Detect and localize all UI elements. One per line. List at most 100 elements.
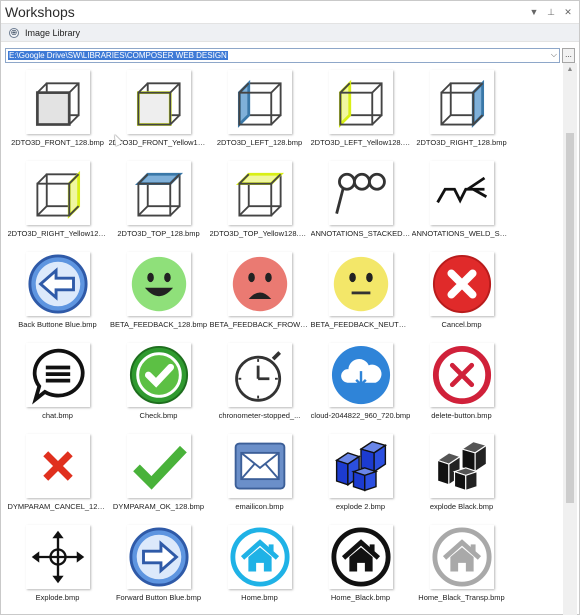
check-circle-icon[interactable] [126, 343, 191, 407]
scroll-up-icon[interactable]: ▲ [563, 63, 577, 77]
workshops-panel: Workshops ▼ ⊥ ✕ ⊕ Image Library E:\Googl… [0, 0, 580, 615]
browse-button[interactable]: ... [562, 47, 575, 63]
library-item[interactable]: delete-button.bmp [411, 336, 512, 427]
library-item-label: 2DTO3D_RIGHT_128.bmp [416, 138, 507, 147]
library-item[interactable]: 2DTO3D_LEFT_128.bmp [209, 63, 310, 154]
library-item-label: BETA_FEEDBACK_NEUTRAL128.bmp [310, 320, 411, 329]
library-item[interactable]: 2DTO3D_TOP_Yellow128.bmp [209, 154, 310, 245]
happy-face-icon[interactable] [126, 252, 191, 316]
library-item-label: ANNOTATIONS_WELD_SYMBOL.bmp [411, 229, 512, 238]
library-item[interactable]: 2DTO3D_LEFT_Yellow128.bmp [310, 63, 411, 154]
email-icon[interactable] [227, 434, 292, 498]
library-item[interactable]: Cancel.bmp [411, 245, 512, 336]
vertical-scrollbar[interactable]: ▲ [563, 63, 577, 615]
explode-blue-icon[interactable] [328, 434, 393, 498]
library-item-label: Home_Black.bmp [330, 593, 391, 602]
library-item[interactable]: Check.bmp [108, 336, 209, 427]
pin-icon[interactable]: ⊥ [544, 5, 558, 19]
path-row: E:\Google Drive\SW\LIBRARIES\COMPOSER WE… [1, 45, 579, 65]
library-item-label: cloud-2044822_960_720.bmp [310, 411, 411, 420]
chat-icon[interactable] [25, 343, 90, 407]
cube-top-blue-icon[interactable] [126, 161, 191, 225]
close-icon[interactable]: ✕ [561, 5, 575, 19]
stacked-balloon-icon[interactable] [328, 161, 393, 225]
home-black-icon[interactable] [328, 525, 393, 589]
library-item[interactable]: Explode.bmp [7, 518, 108, 609]
image-library-header[interactable]: ⊕ Image Library [1, 23, 579, 42]
cube-right-yellow-icon[interactable] [25, 161, 90, 225]
image-grid-area: 2DTO3D_FRONT_128.bmp 2DTO3D_FRONT_Yellow1… [2, 63, 562, 615]
library-item[interactable]: DYMPARAM_OK_128.bmp [108, 427, 209, 518]
expand-icon[interactable]: ⊕ [9, 27, 19, 38]
library-item-label: explode 2.bmp [335, 502, 386, 511]
library-item[interactable]: DYMPARAM_CANCEL_128.bmp [7, 427, 108, 518]
library-item[interactable]: Back Buttone Blue.bmp [7, 245, 108, 336]
library-item-label: 2DTO3D_TOP_128.bmp [117, 229, 200, 238]
library-item[interactable]: Forward Button Blue.bmp [108, 518, 209, 609]
library-item[interactable]: 2DTO3D_FRONT_Yellow128.bmp [108, 63, 209, 154]
green-check-icon[interactable] [126, 434, 191, 498]
image-library-label: Image Library [25, 27, 81, 38]
library-item-label: 2DTO3D_FRONT_128.bmp [11, 138, 104, 147]
neutral-face-icon[interactable] [328, 252, 393, 316]
delete-circle-icon[interactable] [429, 343, 494, 407]
library-item-label: BETA_FEEDBACK_FROWN128.bmp [209, 320, 310, 329]
dropdown-icon[interactable]: ▼ [527, 5, 541, 19]
scrollbar-thumb[interactable] [566, 133, 574, 503]
library-item-label: Home.bmp [241, 593, 278, 602]
library-item[interactable]: Home_Black.bmp [310, 518, 411, 609]
library-item-label: Home_Black_Transp.bmp [418, 593, 505, 602]
library-item-label: 2DTO3D_LEFT_Yellow128.bmp [310, 138, 411, 147]
library-item[interactable]: 2DTO3D_RIGHT_128.bmp [411, 63, 512, 154]
library-item-label: ANNOTATIONS_STACKED_BALLOON.bmp [310, 229, 411, 238]
cloud-download-icon[interactable] [328, 343, 393, 407]
cube-left-yellow-icon[interactable] [328, 70, 393, 134]
library-item-label: Explode.bmp [35, 593, 80, 602]
library-item[interactable]: emailicon.bmp [209, 427, 310, 518]
sad-face-icon[interactable] [227, 252, 292, 316]
stopwatch-icon[interactable] [227, 343, 292, 407]
cube-left-blue-icon[interactable] [227, 70, 292, 134]
library-item[interactable]: cloud-2044822_960_720.bmp [310, 336, 411, 427]
library-item-label: 2DTO3D_FRONT_Yellow128.bmp [108, 138, 209, 147]
library-item[interactable]: BETA_FEEDBACK_128.bmp [108, 245, 209, 336]
library-item-label: BETA_FEEDBACK_128.bmp [110, 320, 207, 329]
move-arrows-icon[interactable] [25, 525, 90, 589]
cancel-icon[interactable] [429, 252, 494, 316]
library-item[interactable]: Home_Black_Transp.bmp [411, 518, 512, 609]
path-text[interactable]: E:\Google Drive\SW\LIBRARIES\COMPOSER WE… [8, 50, 228, 60]
library-item-label: DYMPARAM_OK_128.bmp [112, 502, 205, 511]
back-arrow-icon[interactable] [25, 252, 90, 316]
cube-right-blue-icon[interactable] [429, 70, 494, 134]
weld-symbol-icon[interactable] [429, 161, 494, 225]
library-item-label: Cancel.bmp [441, 320, 482, 329]
explode-black-icon[interactable] [429, 434, 494, 498]
red-x-icon[interactable] [25, 434, 90, 498]
cube-top-yellow-icon[interactable] [227, 161, 292, 225]
library-item-label: emailicon.bmp [235, 502, 284, 511]
library-item-label: DYMPARAM_CANCEL_128.bmp [7, 502, 108, 511]
library-item[interactable]: 2DTO3D_TOP_128.bmp [108, 154, 209, 245]
forward-arrow-icon[interactable] [126, 525, 191, 589]
home-gray-icon[interactable] [429, 525, 494, 589]
library-item[interactable]: chronometer-stopped_... [209, 336, 310, 427]
home-cyan-icon[interactable] [227, 525, 292, 589]
cube-front-gray-icon[interactable] [25, 70, 90, 134]
library-item[interactable]: Home.bmp [209, 518, 310, 609]
image-grid: 2DTO3D_FRONT_128.bmp 2DTO3D_FRONT_Yellow1… [2, 63, 512, 609]
library-item-label: chronometer-stopped_... [218, 411, 301, 420]
library-item[interactable]: chat.bmp [7, 336, 108, 427]
library-item-label: explode Black.bmp [429, 502, 494, 511]
chevron-down-icon[interactable]: ⌵ [551, 50, 557, 60]
library-item[interactable]: 2DTO3D_RIGHT_Yellow128.bmp [7, 154, 108, 245]
library-item[interactable]: ANNOTATIONS_WELD_SYMBOL.bmp [411, 154, 512, 245]
path-combobox[interactable]: E:\Google Drive\SW\LIBRARIES\COMPOSER WE… [5, 47, 560, 63]
library-item-label: delete-button.bmp [431, 411, 492, 420]
library-item[interactable]: 2DTO3D_FRONT_128.bmp [7, 63, 108, 154]
library-item[interactable]: explode 2.bmp [310, 427, 411, 518]
library-item[interactable]: explode Black.bmp [411, 427, 512, 518]
library-item[interactable]: BETA_FEEDBACK_FROWN128.bmp [209, 245, 310, 336]
library-item[interactable]: BETA_FEEDBACK_NEUTRAL128.bmp [310, 245, 411, 336]
cube-front-yellow-icon[interactable] [126, 70, 191, 134]
library-item[interactable]: ANNOTATIONS_STACKED_BALLOON.bmp [310, 154, 411, 245]
